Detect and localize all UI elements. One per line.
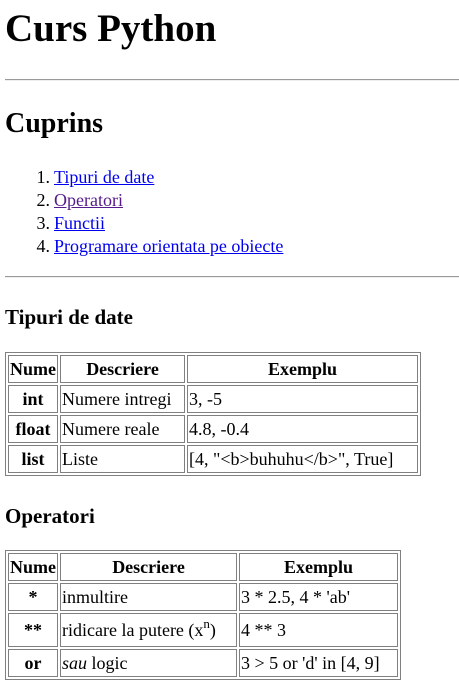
table-row: int Numere intregi 3, -5 — [8, 385, 418, 413]
toc-link-operatori[interactable]: Operatori — [54, 190, 123, 210]
column-header-exemplu: Exemplu — [187, 355, 418, 383]
exponent-superscript: n — [203, 616, 210, 631]
table-row: list Liste [4, "<b>buhuhu</b>", True] — [8, 445, 418, 473]
operator-name: or — [8, 649, 58, 677]
toc-number: 3. — [36, 213, 51, 233]
column-header-descriere: Descriere — [60, 355, 185, 383]
operator-example: 3 * 2.5, 4 * 'ab' — [239, 583, 398, 611]
operator-description: sau logic — [60, 649, 237, 677]
toc-number: 2. — [36, 190, 51, 210]
section-heading-tipuri-de-date: Tipuri de date — [5, 305, 133, 329]
type-example: 4.8, -0.4 — [187, 415, 418, 443]
description-text: ridicare la putere (x — [62, 620, 204, 640]
column-header-nume: Nume — [8, 355, 58, 383]
toc-item-functii: 3. Functii — [37, 212, 454, 235]
type-name: int — [8, 385, 58, 413]
section-heading-operatori: Operatori — [5, 504, 95, 528]
toc-link-functii[interactable]: Functii — [54, 213, 105, 233]
type-example: 3, -5 — [187, 385, 418, 413]
operator-example: 4 ** 3 — [239, 613, 398, 647]
table-row: ** ridicare la putere (xn) 4 ** 3 — [8, 613, 398, 647]
table-row: float Numere reale 4.8, -0.4 — [8, 415, 418, 443]
column-header-descriere: Descriere — [60, 553, 237, 581]
type-description: Liste — [60, 445, 185, 473]
table-row: or sau logic 3 > 5 or 'd' in [4, 9] — [8, 649, 398, 677]
column-header-exemplu: Exemplu — [239, 553, 398, 581]
type-name: float — [8, 415, 58, 443]
toc-link-programare-orientata-pe-obiecte[interactable]: Programare orientata pe obiecte — [54, 236, 283, 256]
type-name: list — [8, 445, 58, 473]
toc-item-programare-orientata-pe-obiecte: 4. Programare orientata pe obiecte — [37, 235, 454, 258]
toc-number: 1. — [36, 167, 51, 187]
emphasized-word: sau — [62, 653, 88, 673]
page-title: Curs Python — [5, 7, 217, 50]
operator-description: ridicare la putere (xn) — [60, 613, 237, 647]
toc-heading: Cuprins — [5, 108, 104, 139]
operator-example: 3 > 5 or 'd' in [4, 9] — [239, 649, 398, 677]
type-example: [4, "<b>buhuhu</b>", True] — [187, 445, 418, 473]
column-header-nume: Nume — [8, 553, 58, 581]
operator-name: ** — [8, 613, 58, 647]
horizontal-rule — [5, 79, 459, 81]
operator-name: * — [8, 583, 58, 611]
operator-description: inmultire — [60, 583, 237, 611]
description-text: logic — [87, 653, 128, 673]
operators-table: Nume Descriere Exemplu * inmultire 3 * 2… — [5, 550, 401, 680]
table-of-contents: 1. Tipuri de date 2. Operatori 3. Functi… — [37, 166, 454, 258]
horizontal-rule — [5, 276, 459, 278]
table-header-row: Nume Descriere Exemplu — [8, 553, 398, 581]
types-table: Nume Descriere Exemplu int Numere intreg… — [5, 352, 421, 476]
toc-item-tipuri-de-date: 1. Tipuri de date — [37, 166, 454, 189]
description-text-end: ) — [209, 620, 216, 640]
toc-link-tipuri-de-date[interactable]: Tipuri de date — [54, 167, 154, 187]
table-row: * inmultire 3 * 2.5, 4 * 'ab' — [8, 583, 398, 611]
table-header-row: Nume Descriere Exemplu — [8, 355, 418, 383]
toc-number: 4. — [36, 236, 51, 256]
type-description: Numere intregi — [60, 385, 185, 413]
toc-item-operatori: 2. Operatori — [37, 189, 454, 212]
type-description: Numere reale — [60, 415, 185, 443]
